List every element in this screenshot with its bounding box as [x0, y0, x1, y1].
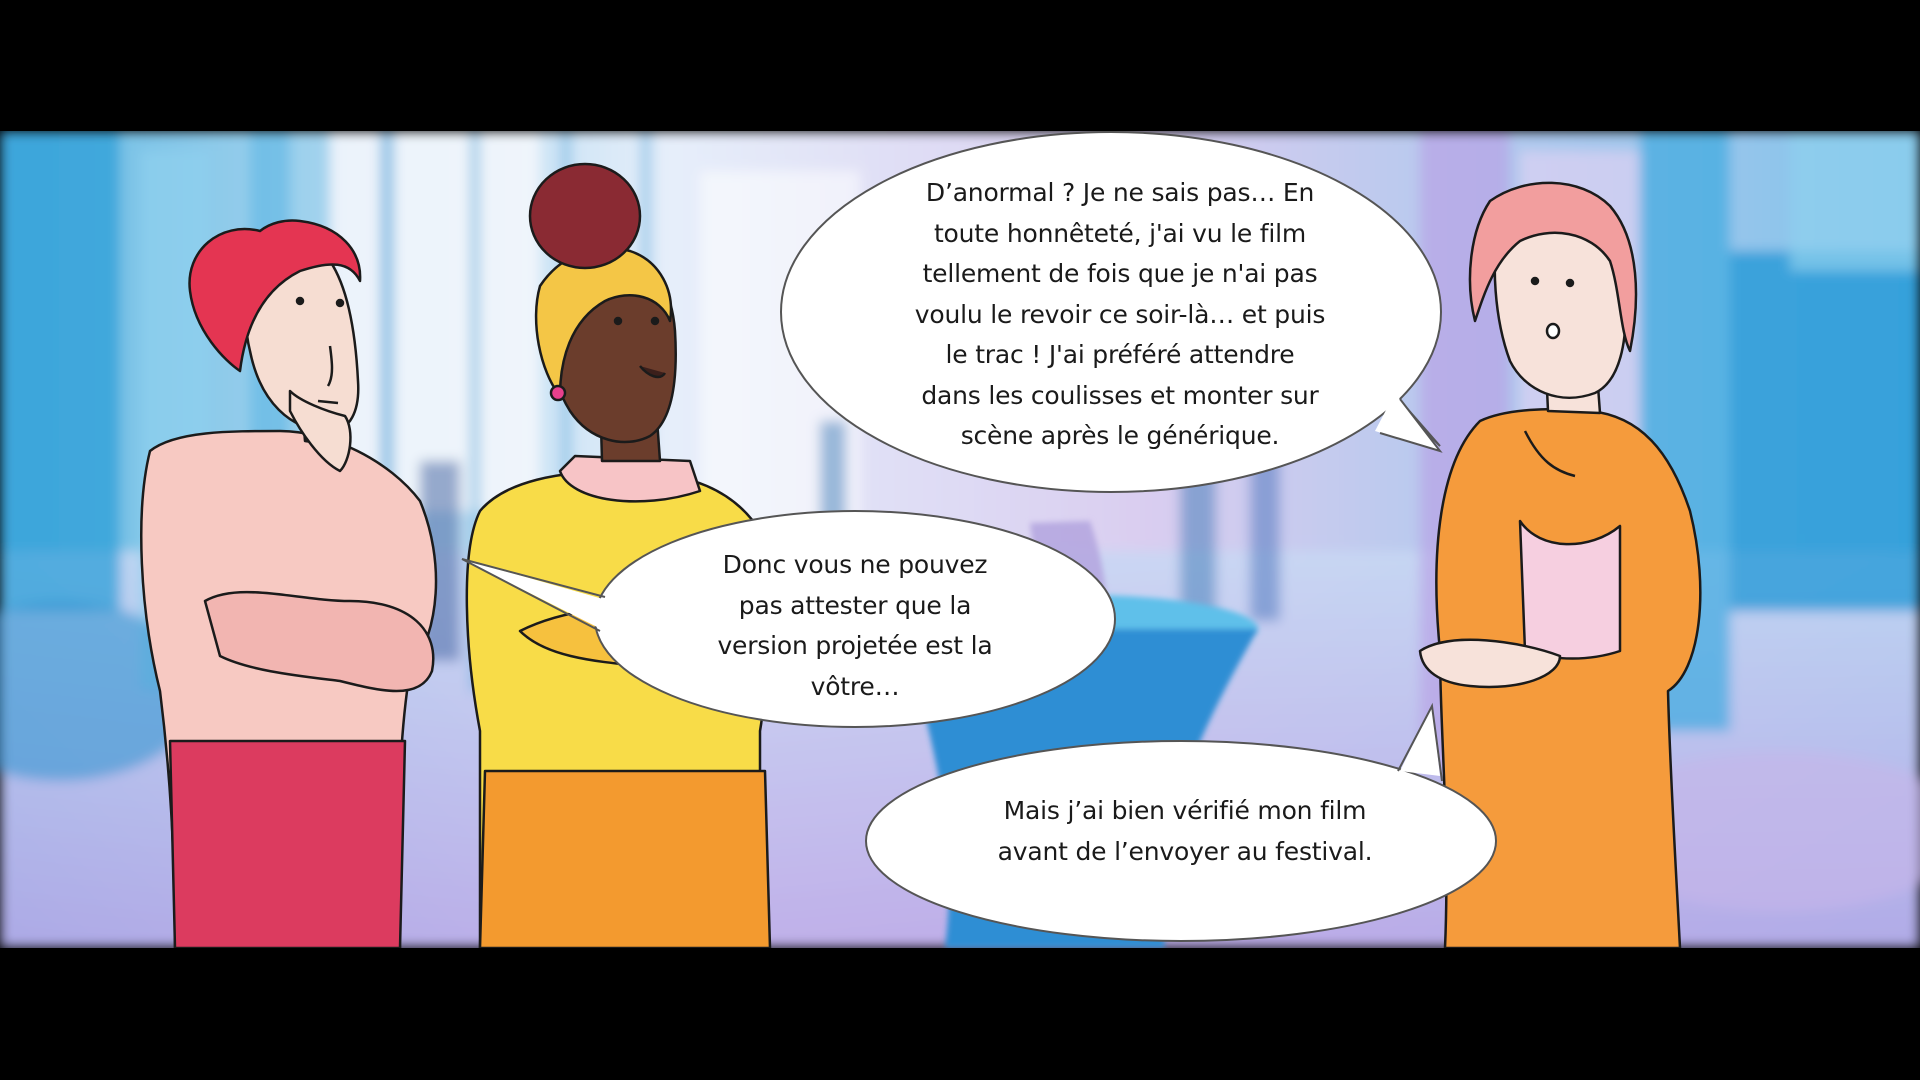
bubble-line: Mais j’ai bien vérifié mon film — [1003, 796, 1367, 825]
bubble-line: dans les coulisses et monter sur — [921, 380, 1319, 410]
comic-panel: D’anormal ? Je ne sais pas… En toute hon… — [0, 131, 1920, 948]
bubble-line: version projetée est la — [717, 631, 993, 660]
speech-bubble-1-text: D’anormal ? Je ne sais pas… En toute hon… — [868, 173, 1372, 457]
speech-bubble-3-text: Mais j’ai bien vérifié mon film avant de… — [960, 791, 1410, 872]
bubble-line: avant de l’envoyer au festival. — [997, 836, 1373, 866]
bubble-line: le trac ! J'ai préféré attendre — [945, 340, 1295, 369]
bubble-line: scène après le générique. — [960, 421, 1280, 450]
bubble-line: Donc vous ne pouvez — [722, 550, 988, 579]
bubble-line: voulu le revoir ce soir-là… et puis — [914, 299, 1326, 329]
bubble-line: toute honnêteté, j'ai vu le film — [933, 218, 1307, 248]
speech-bubble-2-text: Donc vous ne pouvez pas attester que la … — [690, 545, 1020, 707]
bubble-line: pas attester que la — [738, 590, 972, 620]
bubble-line: tellement de fois que je n'ai pas — [922, 259, 1318, 288]
letterbox-top — [0, 0, 1920, 131]
bubble-line: vôtre… — [810, 671, 900, 701]
bubble-line: D’anormal ? Je ne sais pas… En — [925, 178, 1315, 207]
letterbox-bottom — [0, 948, 1920, 1080]
